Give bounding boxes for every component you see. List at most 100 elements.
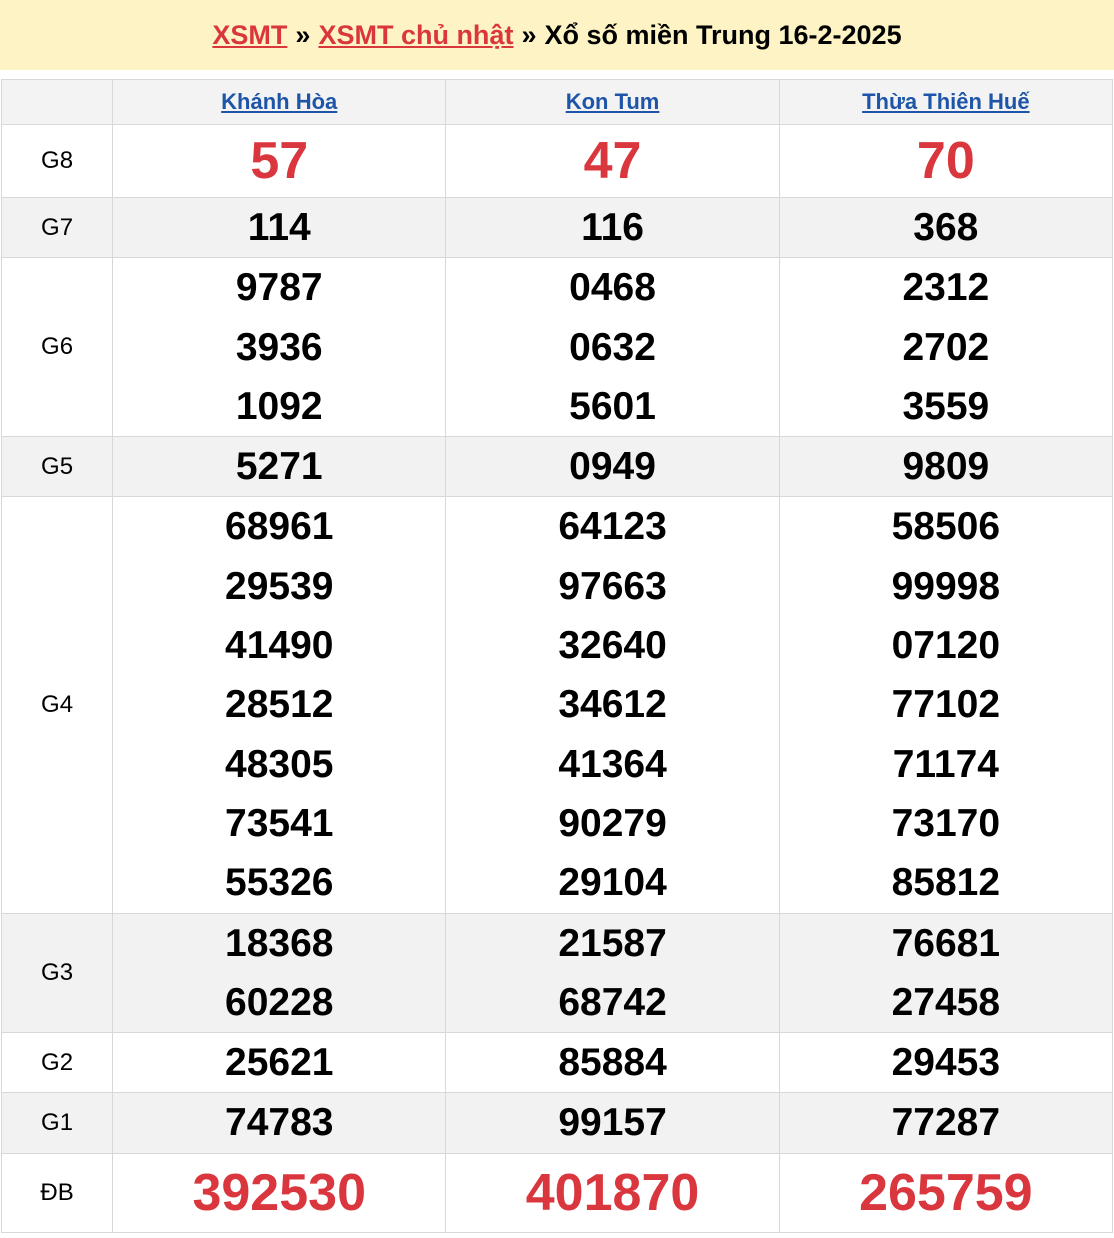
prize-number: 2312: [902, 266, 990, 310]
table-row: G8 57 47 70: [0, 124, 1114, 198]
prize-number: 99157: [558, 1101, 667, 1145]
breadcrumb-link-xsmt[interactable]: XSMT: [212, 20, 287, 51]
prize-number: 85884: [558, 1041, 667, 1085]
table-row: G7 114 116 368: [0, 196, 1114, 259]
prize-number: 21587: [558, 921, 667, 965]
prize-number: 99998: [891, 564, 1001, 608]
prize-number: 41490: [225, 624, 334, 668]
prize-cell: 29453: [778, 1032, 1114, 1094]
prize-label: G1: [0, 1092, 114, 1154]
prize-label: G8: [0, 124, 114, 198]
prize-cell: 114: [112, 196, 447, 259]
prize-number: 265759: [859, 1163, 1033, 1222]
prize-number: 3559: [902, 384, 990, 428]
breadcrumb-separator: »: [295, 19, 311, 50]
prize-number: 0468: [569, 266, 656, 310]
province-header: Kon Tum: [445, 79, 780, 125]
prize-cell: 0949: [445, 436, 780, 498]
prize-number: 68742: [558, 980, 667, 1024]
prize-number: 41364: [558, 742, 667, 786]
prize-number: 71174: [892, 742, 999, 786]
prize-cell: 5271: [112, 436, 447, 498]
prize-cell: 401870: [445, 1152, 780, 1233]
prize-cell: 368: [778, 196, 1114, 259]
table-row: G3 18368 60228 21587 68742 76681 27458: [0, 912, 1114, 1034]
prize-number: 0949: [569, 445, 656, 489]
prize-number: 76681: [891, 921, 1001, 965]
prize-cell: 0468 0632 5601: [445, 257, 780, 438]
prize-number: 90279: [558, 801, 667, 845]
prize-number: 32640: [558, 624, 667, 668]
prize-cell: 76681 27458: [778, 912, 1114, 1034]
prize-number: 392530: [192, 1163, 366, 1222]
prize-number: 25621: [225, 1041, 334, 1085]
prize-cell: 70: [778, 124, 1114, 198]
province-header: Khánh Hòa: [112, 79, 447, 125]
prize-number: 97663: [558, 564, 667, 608]
prize-number: 29453: [891, 1041, 1001, 1085]
breadcrumb-link-xsmt-sunday[interactable]: XSMT chủ nhật: [318, 20, 513, 51]
prize-number: 29104: [558, 861, 667, 905]
results-table: Khánh Hòa Kon Tum Thừa Thiên Huế G8 57 47 7…: [0, 79, 1114, 1233]
prize-number: 07120: [891, 624, 1001, 668]
prize-number: 401870: [525, 1163, 700, 1222]
prize-number: 116: [581, 206, 644, 249]
prize-number: 27458: [891, 980, 1001, 1024]
table-row: G2 25621 85884 29453: [0, 1032, 1114, 1094]
prize-table-body: G8 57 47 70 G7 114 116 368 G6 9787 3936 1092 0468 063…: [0, 124, 1114, 1233]
prize-number: 68961: [225, 505, 334, 549]
province-link-kon-tum[interactable]: Kon Tum: [566, 89, 660, 114]
prize-number: 48305: [225, 742, 334, 786]
prize-cell: 2312 2702 3559: [778, 257, 1114, 438]
table-row: G4 68961 29539 41490 28512 48305 73541 55326 641…: [0, 496, 1114, 914]
prize-number: 73170: [891, 801, 1001, 845]
prize-number: 368: [913, 206, 979, 249]
table-row: G6 9787 3936 1092 0468 0632 5601 2312 2702 3559: [0, 257, 1114, 438]
prize-number: 29539: [225, 564, 334, 608]
prize-cell: 265759: [778, 1152, 1114, 1233]
prize-label: G5: [0, 436, 114, 498]
prize-number: 74783: [225, 1101, 334, 1145]
prize-number: 5271: [235, 445, 323, 489]
prize-cell: 74783: [112, 1092, 447, 1154]
prize-cell: 58506 99998 07120 77102 71174 73170 85812: [778, 496, 1114, 914]
prize-cell: 392530: [112, 1152, 447, 1233]
prize-number: 5601: [569, 384, 656, 428]
prize-number: 47: [583, 132, 642, 190]
prize-number: 3936: [235, 325, 323, 369]
prize-number: 57: [250, 132, 309, 190]
prize-cell: 25621: [112, 1032, 447, 1094]
prize-cell: 57: [112, 124, 447, 198]
prize-cell: 77287: [778, 1092, 1114, 1154]
prize-number: 60228: [225, 980, 334, 1024]
table-row: ĐB 392530 401870 265759: [0, 1152, 1114, 1233]
prize-number: 114: [247, 206, 311, 249]
prize-number: 70: [916, 132, 975, 190]
prize-number: 77287: [891, 1101, 1001, 1145]
prize-cell: 116: [445, 196, 780, 259]
prize-label: G4: [0, 496, 114, 914]
prize-label: G2: [0, 1032, 114, 1094]
prize-number: 18368: [225, 921, 334, 965]
prize-number: 2702: [902, 325, 990, 369]
prize-label: G3: [0, 912, 114, 1034]
prize-number: 55326: [225, 861, 334, 905]
prize-cell: 47: [445, 124, 780, 198]
table-row: G5 5271 0949 9809: [0, 436, 1114, 498]
province-link-thua-thien-hue[interactable]: Thừa Thiên Huế: [862, 89, 1030, 114]
province-header: Thừa Thiên Huế: [778, 79, 1114, 125]
prize-cell: 18368 60228: [112, 912, 447, 1034]
prize-cell: 9787 3936 1092: [112, 257, 447, 438]
table-row: G1 74783 99157 77287: [0, 1092, 1114, 1154]
prize-label: G7: [0, 196, 114, 259]
prize-cell: 64123 97663 32640 34612 41364 90279 29104: [445, 496, 780, 914]
prize-number: 64123: [558, 505, 667, 549]
breadcrumb: XSMT » XSMT chủ nhật » Xổ số miền Trung …: [0, 0, 1114, 70]
prize-cell: 9809: [778, 436, 1114, 498]
prize-cell: 68961 29539 41490 28512 48305 73541 55326: [112, 496, 447, 914]
prize-label: ĐB: [0, 1152, 114, 1233]
table-header-row: Khánh Hòa Kon Tum Thừa Thiên Huế: [0, 79, 1114, 125]
prize-number: 58506: [891, 505, 1001, 549]
prize-number: 77102: [891, 683, 1001, 727]
province-link-khanh-hoa[interactable]: Khánh Hòa: [221, 89, 337, 114]
